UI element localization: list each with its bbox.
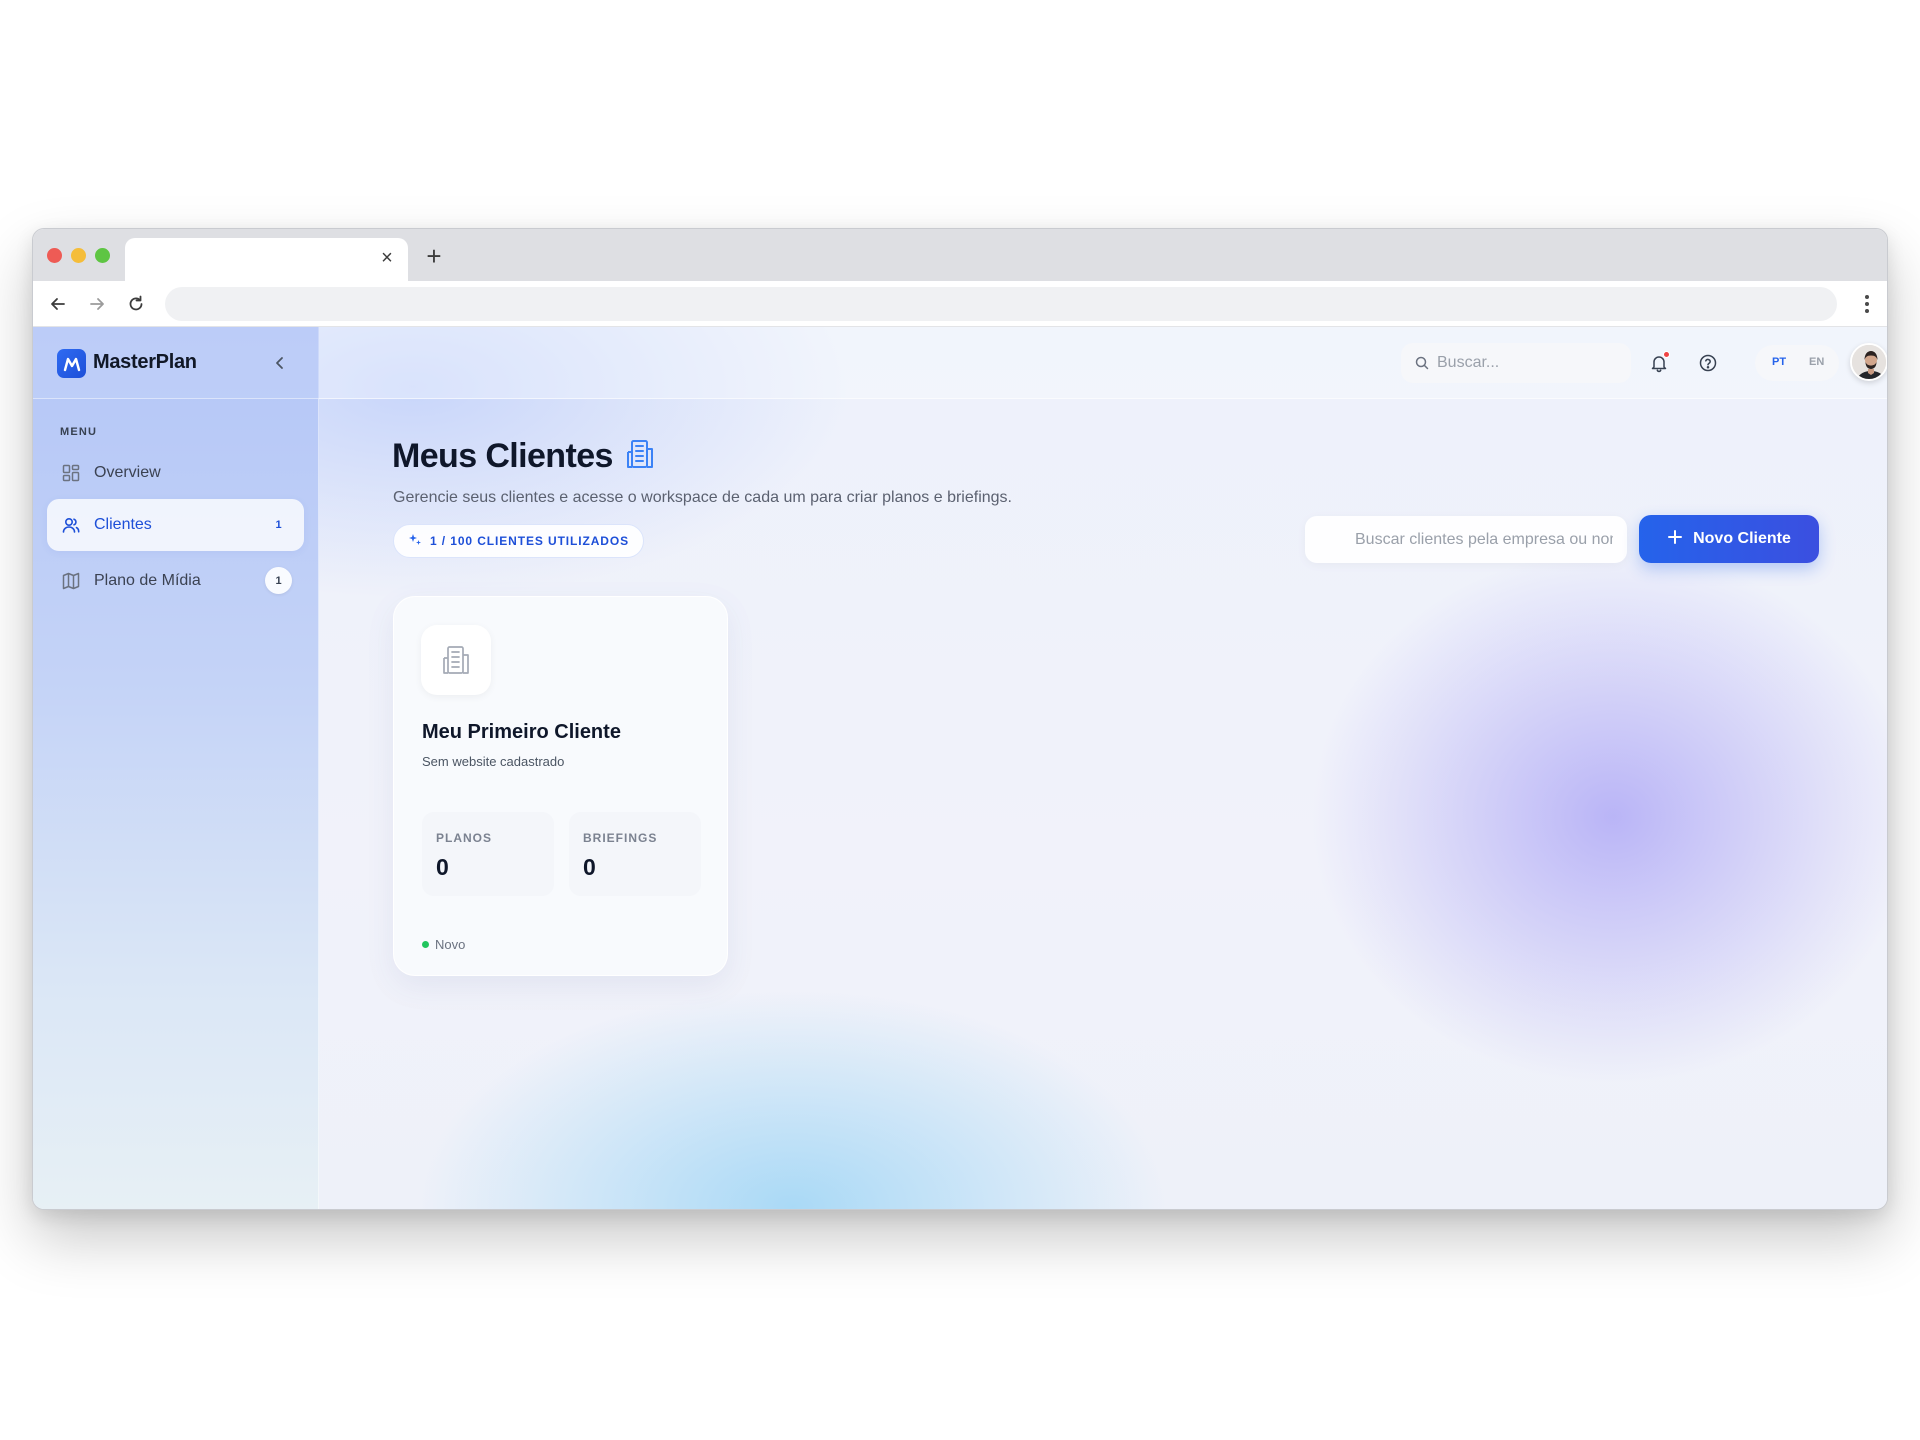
client-search[interactable] [1305,516,1627,563]
language-option-en[interactable]: EN [1809,356,1824,368]
map-icon [61,571,81,591]
sidebar-item-label: Overview [94,464,161,481]
client-search-input[interactable] [1321,516,1613,563]
address-bar[interactable] [165,287,1837,321]
collapse-sidebar-chevron-icon[interactable] [269,352,291,374]
client-building-icon [421,625,491,695]
stat-label: BRIEFINGS [583,831,658,845]
new-client-button[interactable]: Novo Cliente [1639,515,1819,563]
sparkles-icon [408,533,422,550]
browser-menu-icon[interactable] [1861,291,1873,317]
sidebar-header: MasterPlan [33,327,319,399]
stat-value: 0 [436,854,449,880]
client-website: Sem website cadastrado [422,754,565,769]
stat-planos: PLANOS 0 [422,812,554,896]
stat-briefings: BRIEFINGS 0 [569,812,701,896]
reload-icon[interactable] [123,291,149,317]
page-title: Meus Clientes [392,437,613,475]
plus-icon [1667,529,1683,550]
client-card[interactable]: Meu Primeiro Cliente Sem website cadastr… [393,596,728,976]
sidebar-item-label: Clientes [94,516,152,533]
status-dot [422,941,429,948]
sidebar: MasterPlan MENU Overview Clientes 1 Plan… [33,327,319,1209]
new-tab-button[interactable]: + [419,241,449,271]
notifications-bell-icon[interactable] [1647,351,1671,375]
sidebar-item-clientes[interactable]: Clientes 1 [47,499,304,551]
maximize-window-button[interactable] [95,248,110,263]
building-icon [625,438,655,475]
browser-toolbar [33,281,1887,327]
sidebar-item-plano-de-midia[interactable]: Plano de Mídia 1 [47,555,304,607]
grid-icon [61,463,81,483]
client-status: Novo [422,937,465,952]
close-window-button[interactable] [47,248,62,263]
language-switcher: PT EN [1755,345,1839,381]
menu-section-title: MENU [60,426,98,438]
global-search[interactable] [1401,343,1631,383]
users-icon [61,515,81,535]
masterplan-logo-icon[interactable] [57,349,86,378]
forward-arrow-icon[interactable] [84,291,110,317]
brand-name[interactable]: MasterPlan [93,351,197,374]
top-bar: PT EN [319,327,1887,399]
app-viewport: MasterPlan MENU Overview Clientes 1 Plan… [33,327,1887,1209]
minimize-window-button[interactable] [71,248,86,263]
browser-window: × + MasterPlan MENU Overview Clientes 1 … [32,228,1888,1210]
back-arrow-icon[interactable] [45,291,71,317]
client-name: Meu Primeiro Cliente [422,721,621,743]
stat-value: 0 [583,854,596,880]
tab-close-icon[interactable]: × [376,247,398,269]
sidebar-item-overview[interactable]: Overview [47,447,304,499]
browser-tab-bar: × + [33,229,1887,281]
usage-badge: 1 / 100 CLIENTES UTILIZADOS [393,524,644,558]
stat-label: PLANOS [436,831,493,845]
help-circle-icon[interactable] [1696,351,1720,375]
usage-badge-label: 1 / 100 CLIENTES UTILIZADOS [430,534,629,548]
global-search-input[interactable] [1437,343,1622,383]
browser-tab[interactable]: × [125,238,408,281]
search-icon [1415,356,1429,370]
language-option-pt[interactable]: PT [1772,356,1786,368]
sidebar-item-label: Plano de Mídia [94,572,201,589]
notification-dot [1663,351,1670,358]
new-client-button-label: Novo Cliente [1693,530,1791,547]
user-avatar[interactable] [1850,343,1887,381]
page-title-row: Meus Clientes [392,437,655,476]
sidebar-item-count-badge: 1 [265,567,292,594]
sidebar-item-count-badge: 1 [275,518,282,531]
client-status-label: Novo [435,937,466,952]
page-subtitle: Gerencie seus clientes e acesse o worksp… [393,489,1012,506]
